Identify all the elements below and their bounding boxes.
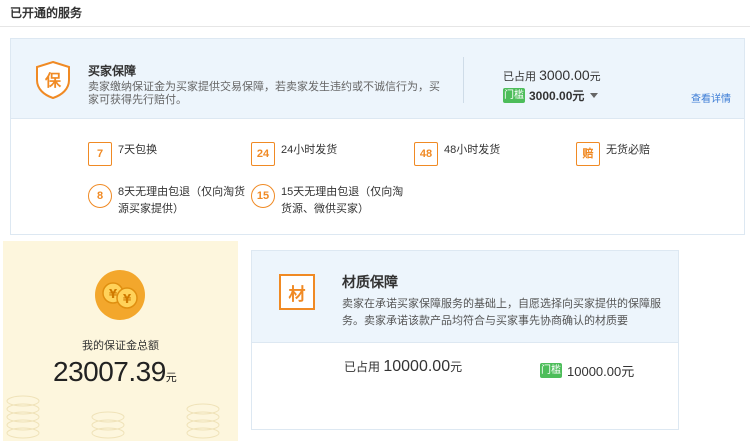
feature-item: 8 8天无理由包退（仅向淘货源买家提供）: [88, 184, 248, 218]
eight-day-return-icon: 8: [88, 184, 112, 208]
seven-day-exchange-icon: 7: [88, 142, 112, 166]
compensation-icon: 赔: [576, 142, 600, 166]
used-label: 已占用: [344, 360, 381, 374]
feature-item: 15 15天无理由包退（仅向淘货源、微供买家）: [251, 184, 411, 218]
view-details-link[interactable]: 查看详情: [691, 90, 731, 105]
material-threshold: 门槛 10000.00元: [540, 361, 634, 380]
used-amount: 3000.00: [539, 67, 590, 83]
feature-label: 24小时发货: [281, 144, 338, 156]
threshold-dropdown[interactable]: 门槛 3000.00元: [503, 87, 599, 104]
shield-icon: 保: [35, 61, 71, 99]
buyer-protection-header: 保 买家保障 卖家缴纳保证金为买家提供交易保障，若卖家发生违约或不诚信行为，买家…: [11, 39, 744, 119]
feature-item: 赔 无货必赔: [576, 142, 650, 166]
feature-item: 24 24小时发货: [251, 142, 337, 166]
deposit-total-card: ¥ ¥ 我的保证金总额 23007.39元: [3, 241, 238, 441]
feature-label: 15天无理由包退（仅向淘货源、微供买家）: [281, 186, 404, 215]
used-unit: 元: [589, 71, 601, 83]
section-title: 已开通的服务: [10, 6, 83, 20]
used-amount: 10000.00: [383, 358, 451, 375]
used-label: 已占用: [503, 71, 536, 83]
feature-label: 7天包换: [118, 144, 158, 156]
fifteen-day-return-icon: 15: [251, 184, 275, 208]
material-icon: 材: [279, 274, 315, 310]
header-divider: [463, 57, 464, 103]
deposit-amount: 23007.39元: [53, 356, 177, 388]
threshold-tag: 门槛: [503, 88, 525, 103]
feature-label: 48小时发货: [444, 144, 501, 156]
feature-item: 48 48小时发货: [414, 142, 500, 166]
material-guarantee-card: 材 材质保障 卖家在承诺买家保障服务的基础上，自愿选择向买家提供的保障服务。卖家…: [251, 250, 679, 430]
material-guarantee-description: 卖家在承诺买家保障服务的基础上，自愿选择向买家提供的保障服务。卖家承诺该款产品均…: [342, 298, 661, 327]
chevron-down-icon[interactable]: [590, 93, 599, 98]
threshold-amount: 10000.00元: [567, 364, 635, 379]
buyer-protection-used: 已占用 3000.00元: [503, 67, 601, 84]
48h-shipping-icon: 48: [414, 142, 438, 166]
used-unit: 元: [450, 360, 463, 374]
threshold-tag: 门槛: [540, 363, 562, 378]
feature-item: 7 7天包换: [88, 142, 157, 166]
title-divider: [0, 26, 750, 27]
material-used: 已占用 10000.00元: [344, 358, 462, 376]
material-guarantee-title: 材质保障: [342, 274, 398, 290]
feature-label: 无货必赔: [606, 144, 650, 156]
shield-icon-char: 保: [44, 71, 62, 90]
buyer-protection-card: 保 买家保障 卖家缴纳保证金为买家提供交易保障，若卖家发生违约或不诚信行为，买家…: [10, 38, 745, 235]
deposit-unit: 元: [165, 372, 177, 384]
24h-shipping-icon: 24: [251, 142, 275, 166]
deposit-label: 我的保证金总额: [82, 340, 159, 352]
threshold-amount: 3000.00元: [529, 89, 585, 103]
buyer-protection-title: 买家保障: [88, 64, 137, 78]
svg-text:¥: ¥: [123, 292, 132, 306]
coin-icon: ¥ ¥: [94, 269, 146, 321]
deposit-amount-value: 23007.39: [53, 356, 166, 387]
feature-label: 8天无理由包退（仅向淘货源买家提供）: [118, 186, 246, 215]
buyer-protection-description: 卖家缴纳保证金为买家提供交易保障，若卖家发生违约或不诚信行为，买家可获得先行赔付…: [88, 81, 440, 106]
material-guarantee-header: 材 材质保障 卖家在承诺买家保障服务的基础上，自愿选择向买家提供的保障服务。卖家…: [252, 251, 678, 343]
